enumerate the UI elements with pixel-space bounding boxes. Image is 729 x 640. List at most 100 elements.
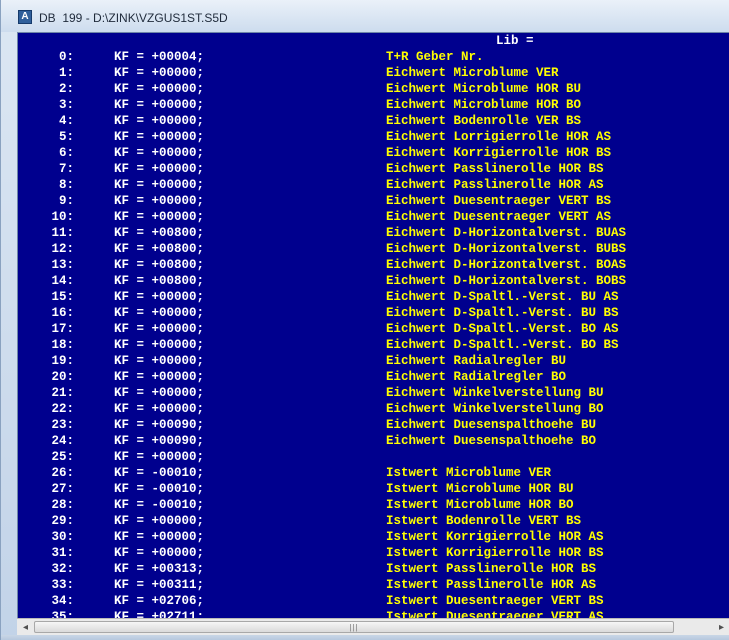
row-comment: Eichwert D-Spaltl.-Verst. BO AS [386,322,619,336]
row-value: KF = +00000; [114,290,205,304]
row-index: 25: [51,450,74,464]
scroll-right-arrow-icon[interactable]: ▸ [713,619,729,636]
row-index: 26: [51,466,74,480]
row-index: 0: [58,50,74,64]
row-index: 20: [51,370,74,384]
table-row[interactable]: 34: KF = +02706; Istwert Duesentraeger VER… [18,593,729,609]
table-row[interactable]: 12: KF = +00800; Eichwert D-Horizontalvers… [18,241,729,257]
row-index: 30: [51,530,74,544]
row-index: 9: [58,194,74,208]
table-row[interactable]: 32: KF = +00313; Istwert Passlinerolle HOR… [18,561,729,577]
table-row[interactable]: 25: KF = +00000; [18,449,729,465]
row-value: KF = +00000; [114,194,205,208]
row-index: 13: [51,258,74,272]
title-bar[interactable]: A DB 199 - D:\ZINK\VZGUS1ST.S5D [1,0,729,32]
row-comment: Eichwert Microblume HOR BO [386,98,582,112]
row-comment: Eichwert Passlinerolle HOR AS [386,178,604,192]
row-index: 8: [58,178,74,192]
row-value: KF = +00000; [114,450,205,464]
row-index: 7: [58,162,74,176]
table-row[interactable]: 10: KF = +00000; Eichwert Duesentraeger VE… [18,209,729,225]
row-comment: Istwert Microblume HOR BO [386,498,574,512]
row-comment: Eichwert Passlinerolle HOR BS [386,162,604,176]
row-value: KF = +00000; [114,386,205,400]
row-value: KF = +00000; [114,66,205,80]
window-title: DB 199 - D:\ZINK\VZGUS1ST.S5D [39,11,228,25]
table-row[interactable]: 19: KF = +00000; Eichwert Radialregler BU [18,353,729,369]
row-comment: Eichwert Korrigierrolle HOR BS [386,146,612,160]
row-index: 10: [51,210,74,224]
table-row[interactable]: 15: KF = +00000; Eichwert D-Spaltl.-Verst.… [18,289,729,305]
table-row[interactable]: 16: KF = +00000; Eichwert D-Spaltl.-Verst.… [18,305,729,321]
app-icon[interactable]: A [18,10,32,24]
row-index: 5: [58,130,74,144]
row-comment: Eichwert D-Horizontalverst. BUBS [386,242,627,256]
table-row[interactable]: 21: KF = +00000; Eichwert Winkelverstellun… [18,385,729,401]
table-row[interactable]: 29: KF = +00000; Istwert Bodenrolle VERT B… [18,513,729,529]
table-row[interactable]: 5: KF = +00000; Eichwert Lorrigierrolle HO… [18,129,729,145]
row-index: 19: [51,354,74,368]
row-comment: Eichwert Microblume HOR BU [386,82,582,96]
row-value: KF = +00800; [114,258,205,272]
table-row[interactable]: 20: KF = +00000; Eichwert Radialregler BO [18,369,729,385]
row-value: KF = +02706; [114,594,205,608]
row-index: 34: [51,594,74,608]
table-row[interactable]: 4: KF = +00000; Eichwert Bodenrolle VER BS [18,113,729,129]
table-row[interactable]: 6: KF = +00000; Eichwert Korrigierrolle HO… [18,145,729,161]
row-value: KF = -00010; [114,466,205,480]
row-index: 17: [51,322,74,336]
table-row[interactable]: 23: KF = +00090; Eichwert Duesenspalthoehe… [18,417,729,433]
row-index: 18: [51,338,74,352]
row-value: KF = +00004; [114,50,205,64]
row-index: 14: [51,274,74,288]
table-row[interactable]: 3: KF = +00000; Eichwert Microblume HOR BO [18,97,729,113]
row-value: KF = +00800; [114,226,205,240]
table-row[interactable]: 8: KF = +00000; Eichwert Passlinerolle HOR… [18,177,729,193]
table-row[interactable]: 17: KF = +00000; Eichwert D-Spaltl.-Verst.… [18,321,729,337]
lib-header: Lib = [496,34,534,48]
row-value: KF = +00800; [114,242,205,256]
table-row[interactable]: 26: KF = -00010; Istwert Microblume VER [18,465,729,481]
grip-icon: ||| [349,623,359,632]
row-comment: Eichwert Microblume VER [386,66,559,80]
row-value: KF = +00000; [114,306,205,320]
table-row[interactable]: 13: KF = +00800; Eichwert D-Horizontalvers… [18,257,729,273]
horizontal-scrollbar[interactable]: ◂ ||| ▸ [17,618,729,636]
table-row[interactable]: 7: KF = +00000; Eichwert Passlinerolle HOR… [18,161,729,177]
row-comment: Istwert Duesentraeger VERT BS [386,594,604,608]
scrollbar-thumb[interactable]: ||| [34,621,674,633]
row-index: 29: [51,514,74,528]
row-value: KF = +00000; [114,354,205,368]
row-comment: Eichwert Radialregler BO [386,370,567,384]
table-row[interactable]: 28: KF = -00010; Istwert Microblume HOR BO [18,497,729,513]
row-index: 21: [51,386,74,400]
row-comment: Eichwert Duesenspalthoehe BO [386,434,597,448]
table-row[interactable]: 33: KF = +00311; Istwert Passlinerolle HOR… [18,577,729,593]
table-row[interactable]: 0: KF = +00004; T+R Geber Nr. [18,49,729,65]
row-comment: Eichwert Bodenrolle VER BS [386,114,582,128]
row-index: 27: [51,482,74,496]
row-index: 2: [58,82,74,96]
table-row[interactable]: 27: KF = -00010; Istwert Microblume HOR BU [18,481,729,497]
table-row[interactable]: 31: KF = +00000; Istwert Korrigierrolle HO… [18,545,729,561]
table-row[interactable]: 24: KF = +00090; Eichwert Duesenspalthoehe… [18,433,729,449]
table-row[interactable]: 14: KF = +00800; Eichwert D-Horizontalvers… [18,273,729,289]
scroll-left-arrow-icon[interactable]: ◂ [17,619,34,636]
table-row[interactable]: 22: KF = +00000; Eichwert Winkelverstellun… [18,401,729,417]
table-row[interactable]: 9: KF = +00000; Eichwert Duesentraeger VER… [18,193,729,209]
row-comment: T+R Geber Nr. [386,50,484,64]
table-row[interactable]: 30: KF = +00000; Istwert Korrigierrolle HO… [18,529,729,545]
row-index: 12: [51,242,74,256]
table-row[interactable]: 18: KF = +00000; Eichwert D-Spaltl.-Verst.… [18,337,729,353]
row-value: KF = -00010; [114,482,205,496]
row-index: 1: [58,66,74,80]
row-value: KF = +00000; [114,514,205,528]
table-row[interactable]: 1: KF = +00000; Eichwert Microblume VER [18,65,729,81]
row-index: 22: [51,402,74,416]
table-row[interactable]: 11: KF = +00800; Eichwert D-Horizontalvers… [18,225,729,241]
row-index: 4: [58,114,74,128]
row-value: KF = +00000; [114,210,205,224]
row-index: 11: [51,226,74,240]
editor-area[interactable]: Lib = 0: KF = +00004; T+R Geber Nr. 1: KF = … [17,32,729,619]
table-row[interactable]: 2: KF = +00000; Eichwert Microblume HOR BU [18,81,729,97]
